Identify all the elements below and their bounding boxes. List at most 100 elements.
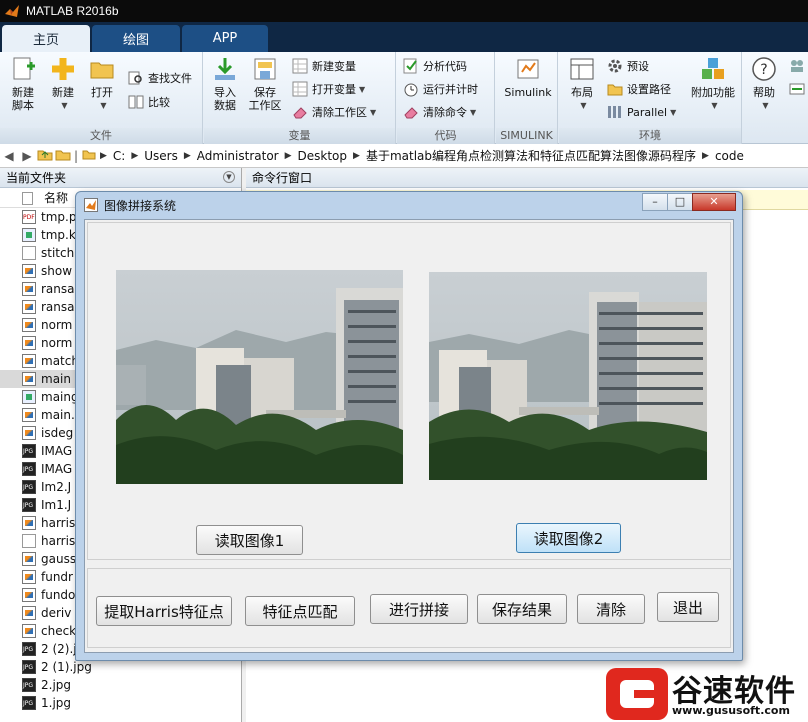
compare-button[interactable]: 比较: [128, 92, 170, 112]
extract-harris-button[interactable]: 提取Harris特征点: [96, 596, 232, 626]
fig-file-icon: [22, 390, 36, 404]
watermark-url: www.gususoft.com: [672, 704, 790, 717]
stitch-button[interactable]: 进行拼接: [370, 594, 468, 624]
parallel-caret-icon[interactable]: ▼: [670, 108, 676, 117]
set-path-button[interactable]: 设置路径: [607, 79, 671, 99]
match-features-button[interactable]: 特征点匹配: [245, 596, 355, 626]
m-file-icon: [22, 300, 36, 314]
file-name: norm: [41, 336, 73, 350]
breadcrumb-administrator[interactable]: Administrator: [197, 149, 279, 163]
new-button[interactable]: 新建 ▼: [42, 56, 84, 112]
find-files-label: 查找文件: [148, 72, 192, 85]
jpg-file-icon: [22, 480, 36, 494]
file-name: 2 (1).jpg: [41, 660, 92, 674]
open-variable-caret-icon[interactable]: ▼: [359, 85, 365, 94]
tab-plots[interactable]: 绘图: [92, 25, 180, 52]
breadcrumb-desktop[interactable]: Desktop: [298, 149, 348, 163]
image-stitching-dialog: 图像拼接系统 – □ ✕ 读取图像1 读取图像2 提取Harris特征点 特征点…: [75, 191, 743, 661]
new-dropdown-caret-icon[interactable]: ▼: [45, 99, 84, 112]
request-support-button[interactable]: [789, 79, 808, 99]
current-folder-header: 当前文件夹 ▼: [0, 168, 241, 188]
file-name: show: [41, 264, 73, 278]
file-list-item[interactable]: 2.jpg: [0, 676, 241, 694]
back-arrow-icon[interactable]: ◀: [0, 149, 18, 163]
matlab-logo-icon: [5, 5, 19, 17]
save-result-button[interactable]: 保存结果: [477, 594, 567, 624]
jpg-file-icon: [22, 642, 36, 656]
file-list-item[interactable]: 1.jpg: [0, 694, 241, 712]
close-icon[interactable]: ✕: [692, 193, 736, 211]
gususoft-watermark: 谷速软件 www.gususoft.com: [600, 666, 808, 722]
read-image2-button[interactable]: 读取图像2: [516, 523, 621, 553]
import-data-button[interactable]: 导入 数据: [204, 56, 246, 112]
chevron-right-icon: ▶: [183, 150, 191, 161]
new-script-button[interactable]: 新建 脚本: [2, 56, 44, 112]
file-name: isdeg: [41, 426, 74, 440]
help-caret-icon[interactable]: ▼: [746, 99, 785, 112]
jpg-file-icon: [22, 696, 36, 710]
m-file-icon: [22, 552, 36, 566]
file-name: main.: [41, 408, 75, 422]
clear-workspace-caret-icon[interactable]: ▼: [370, 108, 376, 117]
find-files-button[interactable]: 查找文件: [128, 68, 192, 88]
blank-file-icon: [22, 246, 36, 260]
help-label: 帮助: [753, 86, 775, 99]
svg-text:?: ?: [760, 62, 767, 78]
save-workspace-button[interactable]: 保存 工作区: [244, 56, 286, 112]
run-and-time-label: 运行并计时: [423, 83, 478, 96]
layout-label: 布局: [571, 86, 593, 99]
clear-commands-button[interactable]: 清除命令 ▼: [403, 102, 476, 122]
breadcrumb-project-folder[interactable]: 基于matlab编程角点检测算法和特征点匹配算法图像源码程序: [366, 147, 696, 164]
exit-button[interactable]: 退出: [657, 592, 719, 622]
m-file-icon: [22, 516, 36, 530]
parallel-button[interactable]: Parallel ▼: [607, 102, 676, 122]
up-folder-icon[interactable]: [36, 147, 54, 164]
help-button[interactable]: ? 帮助 ▼: [743, 56, 785, 112]
dialog-title: 图像拼接系统: [104, 198, 177, 213]
layout-caret-icon[interactable]: ▼: [564, 99, 603, 112]
tab-apps[interactable]: APP: [182, 25, 268, 52]
community-button[interactable]: [789, 56, 808, 76]
addons-caret-icon[interactable]: ▼: [690, 99, 739, 112]
chevron-right-icon: ▶: [131, 150, 139, 161]
breadcrumb-users[interactable]: Users: [144, 149, 178, 163]
read-image1-button[interactable]: 读取图像1: [196, 525, 303, 555]
jpg-file-icon: [22, 660, 36, 674]
parallel-label: Parallel: [627, 105, 668, 119]
simulink-icon: [515, 56, 541, 82]
current-folder-title: 当前文件夹: [6, 171, 67, 185]
clear-button[interactable]: 清除: [577, 594, 645, 624]
open-button[interactable]: 打开 ▼: [81, 56, 123, 112]
new-variable-button[interactable]: 新建变量: [292, 56, 356, 76]
layout-button[interactable]: 布局 ▼: [561, 56, 603, 112]
simulink-button[interactable]: Simulink: [500, 56, 556, 99]
address-separator: |: [73, 148, 79, 163]
clear-commands-caret-icon[interactable]: ▼: [470, 108, 476, 117]
panel-menu-chevron-icon[interactable]: ▼: [223, 171, 235, 183]
forward-arrow-icon[interactable]: ▶: [18, 149, 36, 163]
open-label: 打开: [91, 86, 113, 99]
file-name: IMAG: [41, 462, 73, 476]
preferences-button[interactable]: 预设: [607, 56, 649, 76]
maximize-icon[interactable]: □: [667, 193, 693, 211]
ribbon-group-environment: 布局 ▼ 预设 设置路径 Parallel ▼ 附加功能 ▼ 环境: [559, 52, 742, 144]
file-name: deriv: [41, 606, 72, 620]
minimize-icon[interactable]: –: [642, 193, 668, 211]
analyze-code-button[interactable]: 分析代码: [403, 56, 467, 76]
run-and-time-button[interactable]: 运行并计时: [403, 79, 478, 99]
open-variable-label: 打开变量: [312, 83, 356, 96]
open-variable-button[interactable]: 打开变量 ▼: [292, 79, 365, 99]
campus-photo-2: [429, 272, 707, 480]
open-dropdown-caret-icon[interactable]: ▼: [84, 99, 123, 112]
file-name: 2.jpg: [41, 678, 72, 692]
m-file-icon: [22, 318, 36, 332]
file-name: norm: [41, 318, 73, 332]
breadcrumb-drive[interactable]: C:: [113, 149, 125, 163]
parallel-icon: [607, 104, 623, 120]
breadcrumb-code[interactable]: code: [715, 149, 744, 163]
root-folder-icon[interactable]: [82, 148, 96, 163]
addons-button[interactable]: 附加功能 ▼: [687, 56, 739, 112]
tab-home[interactable]: 主页: [2, 25, 90, 52]
browse-folder-icon[interactable]: [54, 147, 72, 164]
clear-workspace-button[interactable]: 清除工作区 ▼: [292, 102, 376, 122]
